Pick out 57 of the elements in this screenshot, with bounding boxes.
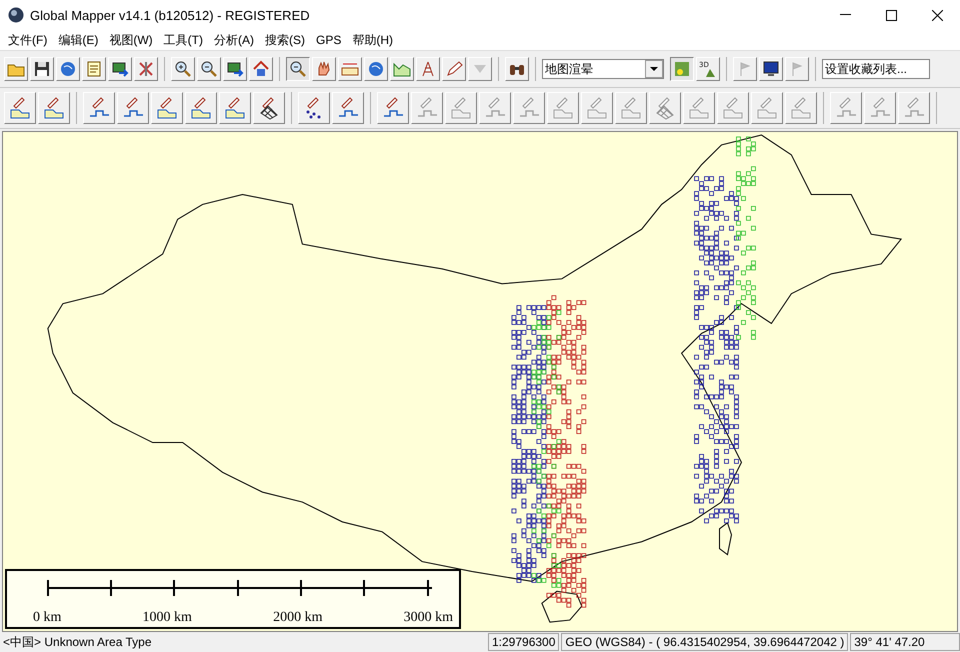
magnifier-icon: [288, 59, 308, 79]
pencil-area-icon: [789, 96, 813, 120]
pencil-area-icon: [551, 96, 575, 120]
menu-item[interactable]: 文件(F): [4, 32, 54, 48]
area-type-text: <中国> Unknown Area Type: [2, 634, 153, 650]
zoom-out-icon: [199, 59, 219, 79]
scale-label: 3000 km: [404, 610, 453, 626]
toolbar-button[interactable]: [286, 57, 310, 81]
pencil-line-icon: [121, 96, 145, 120]
pencil-line-icon: [483, 96, 507, 120]
pencil-area-icon: [755, 96, 779, 120]
dms-coordinates-text: 39° 41' 47.20: [850, 633, 960, 651]
coordinates-text: GEO (WGS84) - ( 96.4315402954, 39.6964472042 ): [561, 633, 848, 651]
menu-item[interactable]: GPS: [312, 33, 348, 47]
pencil-line-icon: [902, 96, 926, 120]
minimize-icon: [840, 14, 850, 16]
pencil-area-icon: [619, 96, 643, 120]
maximize-icon: [886, 10, 896, 20]
sun-map-icon: [672, 59, 692, 79]
shader-dropdown[interactable]: 地图渲晕: [542, 59, 664, 79]
scale-label: 2000 km: [273, 610, 322, 626]
pencil-area-icon: [8, 96, 32, 120]
caret-icon: [650, 66, 658, 72]
pencil-line-icon: [381, 96, 405, 120]
pencil-area-icon: [687, 96, 711, 120]
map-scale-text: 1:29796300: [488, 633, 560, 651]
globe-icon: [58, 59, 78, 79]
close-icon: [932, 10, 942, 20]
zoom-in-icon: [173, 59, 193, 79]
menu-item[interactable]: 搜索(S): [260, 32, 312, 48]
pencil-icon: [444, 59, 464, 79]
scale-label: 0 km: [33, 610, 62, 626]
pencil-area-icon: [155, 96, 179, 120]
pencil-area-icon: [223, 96, 247, 120]
menu-item[interactable]: 工具(T): [160, 32, 210, 48]
window-title: Global Mapper v14.1 (b120512) - REGISTERED: [30, 8, 311, 22]
menu-item[interactable]: 帮助(H): [348, 32, 400, 48]
map-view[interactable]: 0 km 1000 km 2000 km 3000 km: [2, 131, 958, 632]
pencil-line-icon: [834, 96, 858, 120]
pencil-line-icon: [87, 96, 111, 120]
home-icon: [251, 59, 271, 79]
monitor-icon: [761, 59, 781, 79]
pencil-area-icon: [449, 96, 473, 120]
pencil-area-icon: [189, 96, 213, 120]
scale-label: 1000 km: [142, 610, 192, 626]
pencil-area-icon: [721, 96, 745, 120]
menu-item[interactable]: 视图(W): [105, 32, 160, 48]
pencil-line-icon: [336, 96, 360, 120]
menu-item[interactable]: 编辑(E): [54, 32, 106, 48]
pencil-area-icon: [42, 96, 66, 120]
favorites-field[interactable]: 设置收藏列表...: [822, 59, 930, 79]
pencil-line-icon: [517, 96, 541, 120]
globe-icon: [8, 7, 24, 23]
pencil-area-icon: [585, 96, 609, 120]
menu-item[interactable]: 分析(A): [210, 32, 261, 48]
pencil-line-icon: [868, 96, 892, 120]
pencil-line-icon: [415, 96, 439, 120]
